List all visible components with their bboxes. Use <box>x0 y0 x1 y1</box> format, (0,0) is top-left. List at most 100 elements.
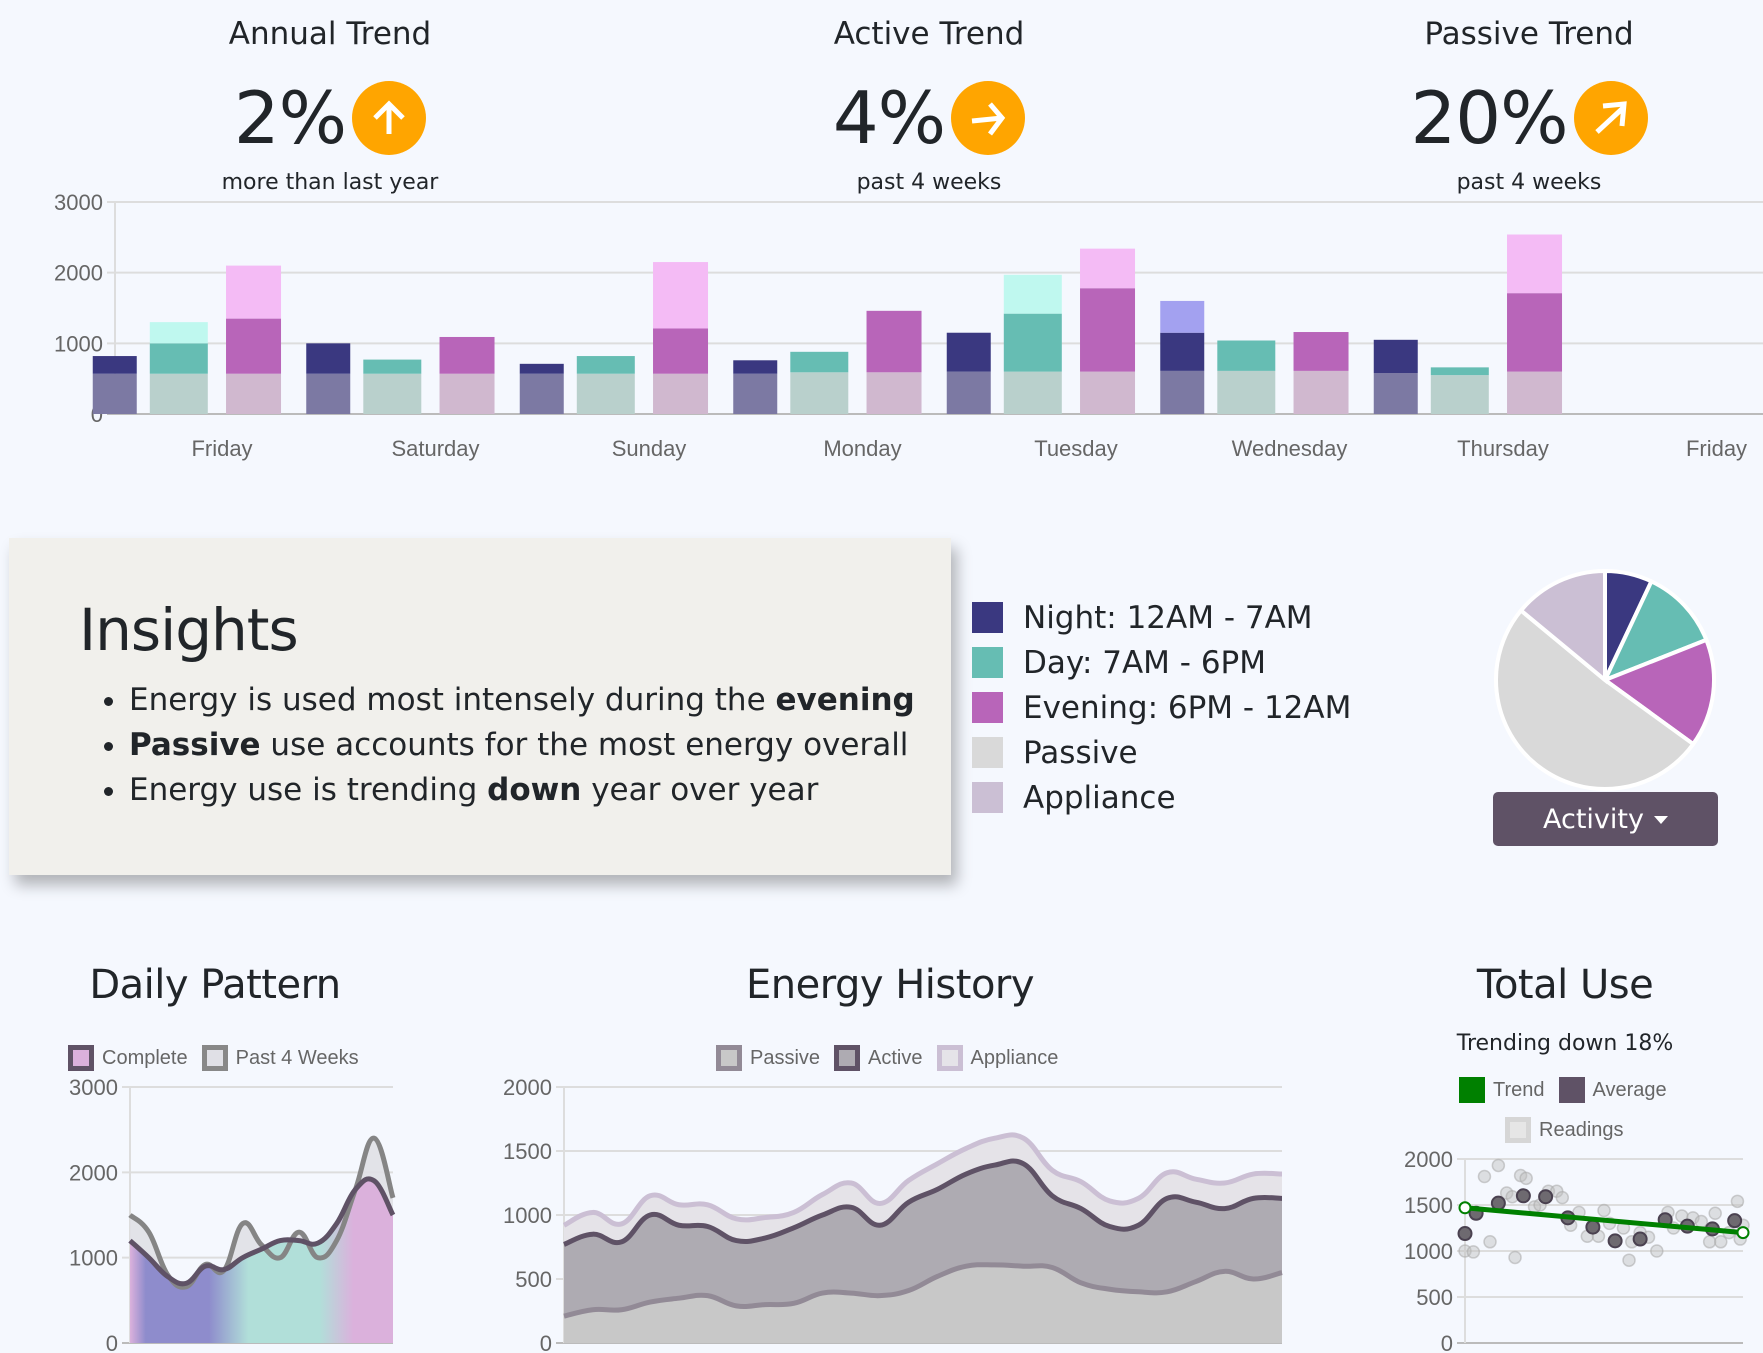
active-trend-title: Active Trend <box>833 16 1025 52</box>
y-tick-label: 2000 <box>54 261 103 286</box>
legend-swatch <box>201 1045 228 1071</box>
x-tick-label: Wednesday <box>1232 436 1348 461</box>
total-use-subtitle: Trending down 18% <box>1456 1031 1674 1056</box>
average-point <box>1727 1213 1743 1229</box>
legend-label: Passive <box>750 1046 821 1069</box>
bar-segment-base <box>576 373 635 414</box>
reading-point <box>1650 1244 1664 1258</box>
energy-history-legend: Passive Active Appliance <box>716 1045 1072 1071</box>
reading-point <box>1477 1169 1492 1184</box>
insights-list: Energy is used most intensely during the… <box>79 678 915 813</box>
bar-segment-base <box>149 373 208 414</box>
arrow-right-icon <box>951 81 1026 155</box>
average-point <box>1457 1226 1473 1242</box>
activity-dropdown-button[interactable]: Activity <box>1493 792 1718 846</box>
legend-label: Appliance <box>1023 779 1176 816</box>
trend-endpoint <box>1736 1226 1750 1240</box>
legend-item-past-4-weeks[interactable]: Past 4 Weeks <box>201 1045 359 1071</box>
legend-item-average[interactable]: Average <box>1558 1077 1667 1103</box>
legend-item-night: Night: 12AM - 7AM <box>972 595 1313 640</box>
legend-item-complete[interactable]: Complete <box>68 1045 188 1071</box>
reading-point <box>1694 1214 1709 1229</box>
bar-segment-base <box>1293 370 1349 414</box>
legend-label: Trend <box>1493 1078 1545 1101</box>
reading-point <box>1483 1235 1497 1249</box>
legend-swatch <box>936 1045 963 1071</box>
insight-item: Energy use is trending down year over ye… <box>129 768 915 813</box>
legend-swatch <box>972 737 1003 768</box>
activity-button-label: Activity <box>1543 803 1644 835</box>
legend-swatch <box>1558 1077 1585 1103</box>
y-tick-label: 3000 <box>69 1075 118 1100</box>
trend-endpoint <box>1458 1201 1472 1215</box>
x-tick-label: Tuesday <box>1034 436 1118 461</box>
legend-label: Average <box>1592 1078 1667 1101</box>
bar-segment-evening <box>1507 293 1563 372</box>
reading-point <box>1622 1253 1636 1267</box>
bar-segment-night <box>946 332 991 372</box>
reading-point <box>1491 1158 1506 1173</box>
insights-title: Insights <box>79 596 299 664</box>
reading-point <box>1597 1203 1611 1218</box>
y-tick-label: 0 <box>106 1331 118 1353</box>
bar-segment-base <box>1217 370 1276 414</box>
reading-point <box>1702 1235 1717 1249</box>
passive-trend: Passive Trend 20% past 4 weeks <box>1329 0 1729 195</box>
legend-swatch <box>972 647 1003 678</box>
bar-segment-base <box>1080 371 1136 414</box>
insight-text: Energy use is trending <box>129 772 488 808</box>
legend-item-trend[interactable]: Trend <box>1459 1077 1545 1103</box>
x-tick-label: Friday <box>191 436 252 461</box>
bar-segment-day <box>790 351 849 373</box>
legend-label: Passive <box>1023 734 1138 771</box>
weekly-bar-chart: 0100020003000Friday Saturday Sunday Monday T… <box>54 190 1763 461</box>
arrow-up-right-icon <box>1573 81 1648 155</box>
y-tick-label: 2000 <box>503 1075 552 1100</box>
passive-trend-title: Passive Trend <box>1424 16 1634 52</box>
legend-item-passive: Passive <box>972 730 1138 775</box>
y-tick-label: 0 <box>540 1331 552 1353</box>
bar-segment-extra <box>1080 248 1136 289</box>
bar-segment-base <box>92 373 137 414</box>
insights-panel: Insights Energy is used most intensely d… <box>9 538 951 875</box>
insight-emphasis: down <box>487 772 582 808</box>
annual-trend-value: 2% <box>233 76 347 160</box>
bar-segment-evening <box>226 318 282 374</box>
y-tick-label: 0 <box>1441 1331 1453 1353</box>
legend-swatch <box>68 1045 94 1071</box>
bar-segment-base <box>653 373 709 414</box>
legend-label: Readings <box>1539 1118 1624 1141</box>
legend-item-passive[interactable]: Passive <box>716 1045 820 1071</box>
legend-item-appliance[interactable]: Appliance <box>936 1045 1059 1071</box>
bar-segment-base <box>439 373 495 414</box>
bar-segment-base <box>1003 371 1062 414</box>
bar-segment-extra <box>653 262 709 329</box>
active-trend: Active Trend 4% past 4 weeks <box>729 0 1129 195</box>
y-tick-label: 1000 <box>1404 1239 1453 1264</box>
bar-segment-day <box>1003 313 1062 372</box>
passive-trend-value: 20% <box>1410 76 1568 160</box>
average-point <box>1585 1219 1601 1235</box>
average-point <box>1538 1189 1554 1205</box>
bar-segment-evening <box>653 328 709 374</box>
bar-segment-extra <box>226 265 282 319</box>
insight-emphasis: evening <box>775 682 915 718</box>
bar-segment-night <box>306 343 351 374</box>
reading-point <box>1555 1190 1570 1205</box>
legend-label: Day: 7AM - 6PM <box>1023 644 1266 681</box>
bar-segment-evening <box>1293 332 1349 371</box>
insight-text: year over year <box>581 772 819 808</box>
y-tick-label: 500 <box>1416 1285 1453 1310</box>
bar-segment-evening <box>1080 288 1136 372</box>
legend-label: Appliance <box>970 1046 1059 1069</box>
average-point <box>1607 1233 1623 1249</box>
legend-item-active[interactable]: Active <box>834 1045 923 1071</box>
daily-pattern-title: Daily Pattern <box>89 962 341 1008</box>
bar-segment-night <box>519 363 564 374</box>
energy-history-chart: 0 500 1000 1500 2000 <box>503 1075 1283 1353</box>
y-tick-label: 2000 <box>1404 1147 1453 1172</box>
average-point <box>1515 1188 1531 1204</box>
reading-point <box>1730 1194 1745 1209</box>
annual-trend-title: Annual Trend <box>228 16 432 52</box>
reading-point <box>1708 1206 1722 1221</box>
